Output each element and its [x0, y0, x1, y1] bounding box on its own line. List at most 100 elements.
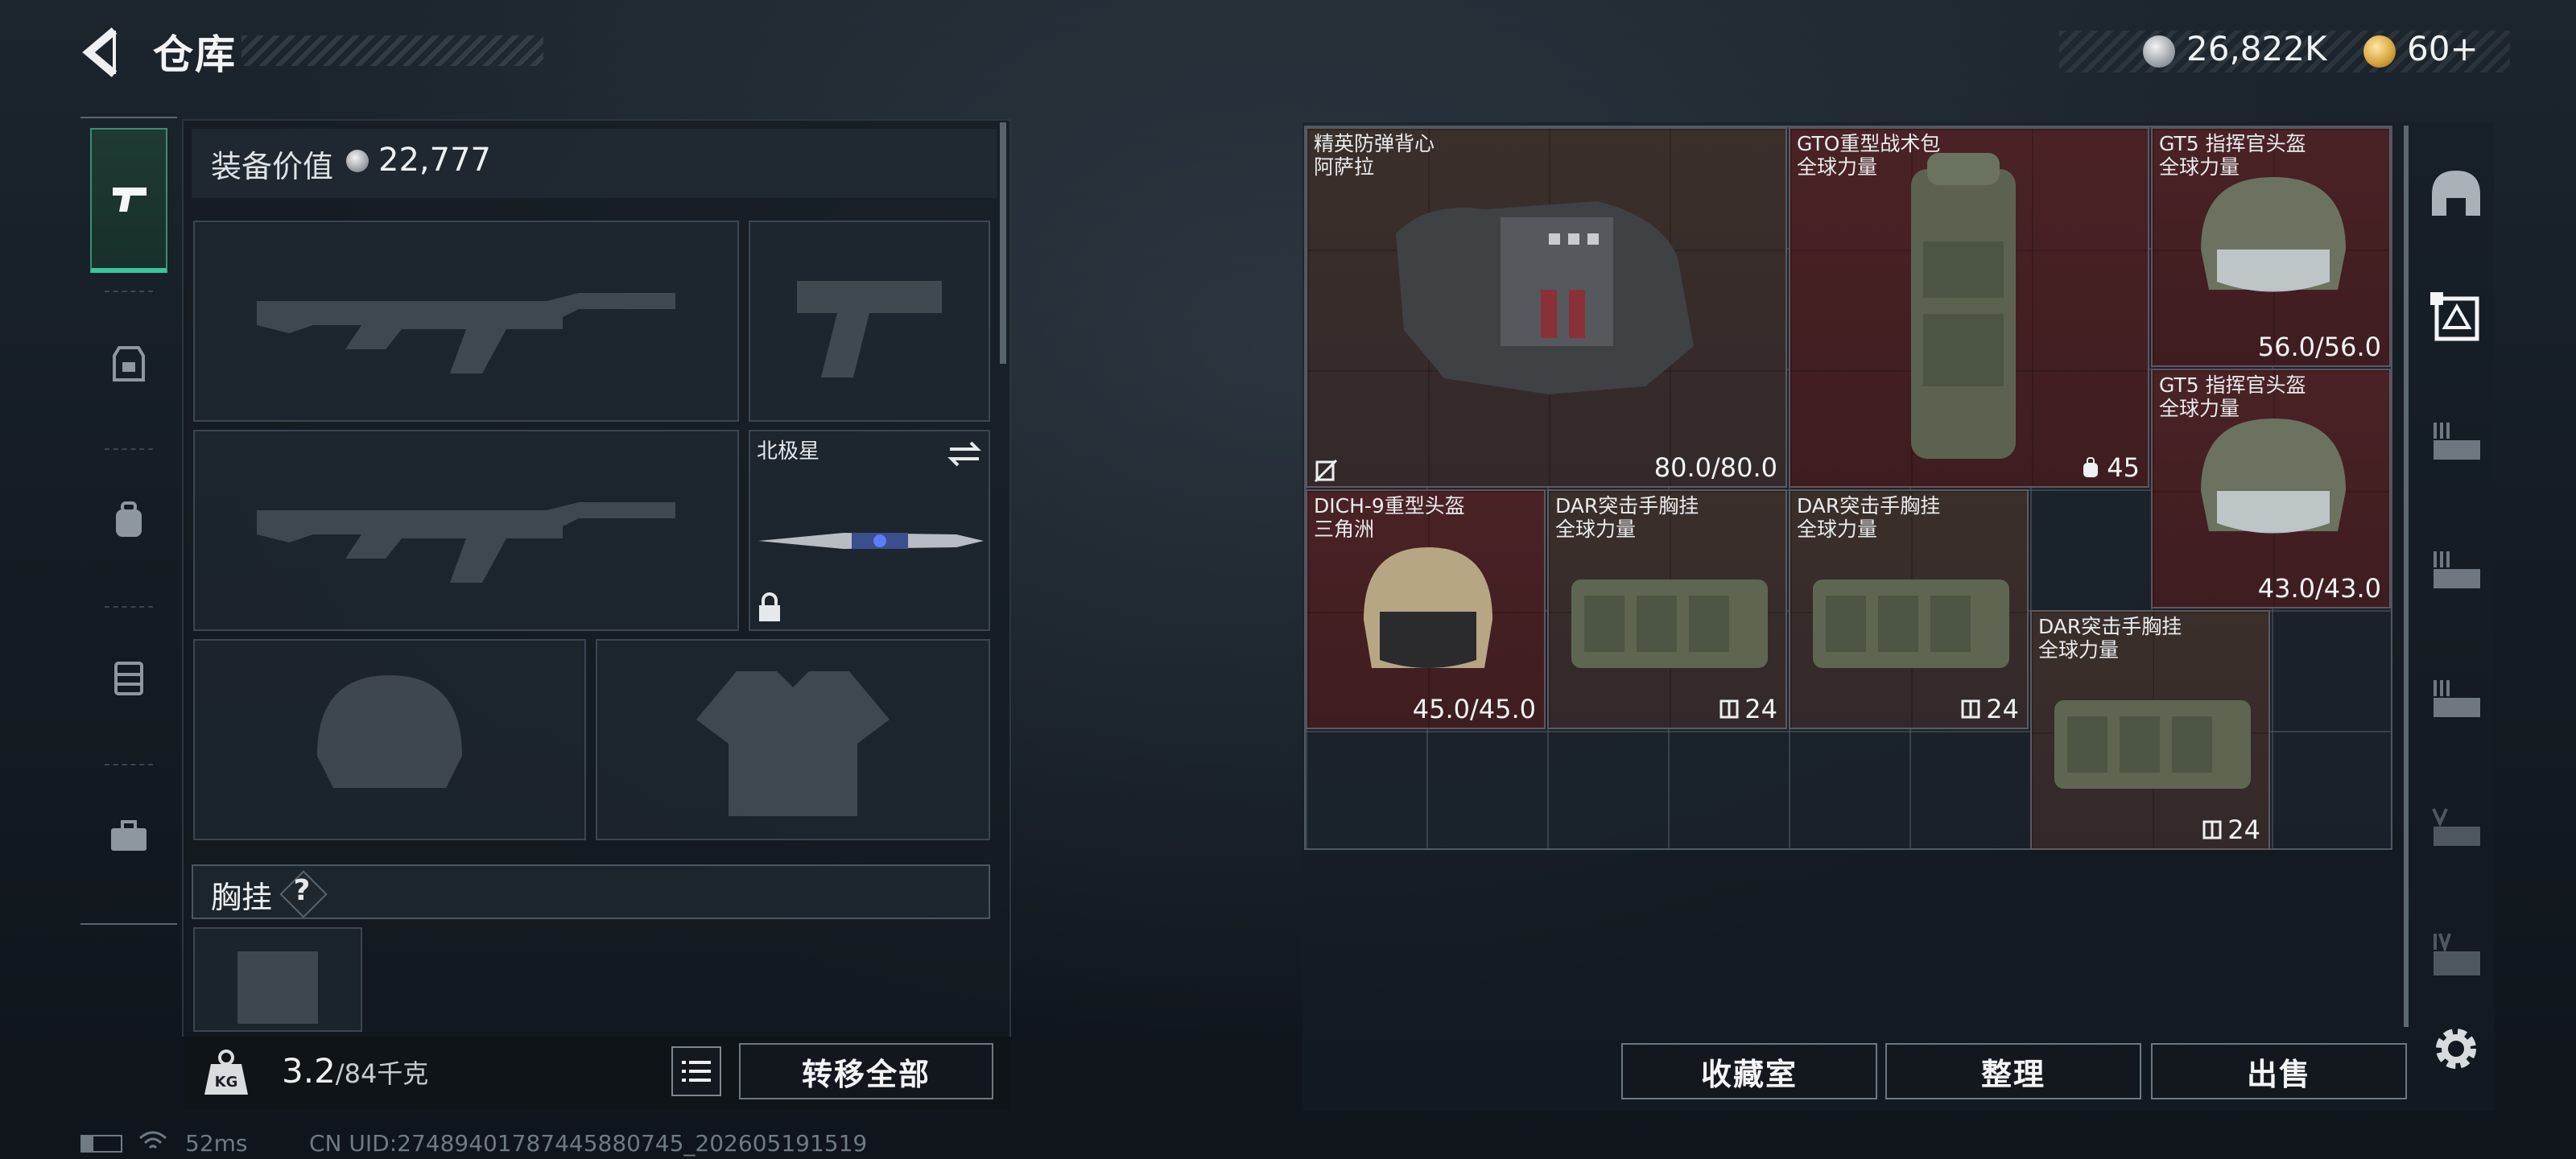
inventory-item-chest-rig[interactable]: DAR突击手胸挂 全球力量 24 — [2030, 610, 2270, 850]
melee-name: 北极星 — [757, 439, 820, 464]
item-name: DAR突击手胸挂 — [2038, 615, 2182, 638]
storage-shelf-icon — [2434, 680, 2480, 717]
battery-icon — [80, 1135, 122, 1153]
inventory-scrollbar[interactable] — [2404, 126, 2409, 1027]
inventory-item-helmet[interactable]: GT5 指挥官头盔 全球力量 56.0/56.0 — [2151, 127, 2391, 367]
back-arrow-icon — [82, 27, 118, 77]
inventory-item-backpack[interactable]: GTO重型战术包 全球力量 45 — [1789, 127, 2149, 488]
item-name: GTO重型战术包 — [1797, 132, 1941, 155]
helmet-image — [2201, 177, 2346, 292]
weight-icon: KG — [200, 1046, 253, 1099]
armor-slot[interactable] — [596, 639, 990, 840]
slots-icon — [2202, 820, 2222, 839]
storage-shelf-icon — [2434, 551, 2480, 588]
equipment-value-label: 装备价值 — [211, 149, 334, 184]
item-name: DICH-9重型头盔 — [1314, 494, 1465, 518]
tab-rig[interactable] — [90, 605, 167, 750]
slots-icon — [1719, 699, 1739, 719]
rifle-silhouette-icon — [195, 431, 737, 629]
item-name: DAR突击手胸挂 — [1555, 494, 1699, 518]
storage-tab-5[interactable] — [2420, 793, 2492, 873]
tab-armor[interactable] — [90, 291, 167, 436]
storage-tab-home[interactable] — [2420, 153, 2492, 233]
helmet-slot[interactable] — [193, 639, 586, 840]
chest-rig-image — [1571, 580, 1768, 668]
rifle-silhouette-icon — [195, 222, 737, 420]
weight-current: 3.2 — [282, 1051, 336, 1091]
chest-rig-icon — [114, 662, 143, 695]
organize-button[interactable]: 整理 — [1885, 1043, 2141, 1099]
helmet-silhouette-icon — [195, 641, 584, 839]
chest-rig-slot[interactable] — [193, 927, 362, 1032]
warehouse-icon — [2432, 171, 2480, 216]
inventory-item-chest-rig[interactable]: DAR突击手胸挂 全球力量 24 — [1789, 489, 2029, 729]
gold-amount[interactable]: 60+ — [2407, 29, 2479, 68]
list-view-button[interactable] — [671, 1046, 721, 1096]
back-button[interactable] — [77, 24, 134, 80]
silver-amount: 26,822K — [2186, 29, 2327, 68]
melee-slot[interactable]: 北极星 — [749, 430, 990, 631]
item-durability: 43.0/43.0 — [2257, 573, 2381, 604]
item-durability: 80.0/80.0 — [1653, 452, 1777, 483]
equipment-value: 22,777 — [378, 142, 491, 179]
storage-tab-4[interactable] — [2420, 664, 2492, 744]
help-icon[interactable]: ? — [283, 874, 321, 907]
tab-case[interactable] — [90, 764, 167, 909]
item-brand: 全球力量 — [1797, 518, 1878, 541]
weight-display: 3.2/84千克 — [282, 1051, 428, 1091]
item-brand: 全球力量 — [1797, 155, 1878, 179]
primary-weapon-slot[interactable] — [193, 221, 739, 422]
inventory-item-helmet[interactable]: GT5 指挥官头盔 全球力量 43.0/43.0 — [2151, 369, 2391, 608]
item-name: GT5 指挥官头盔 — [2159, 373, 2306, 397]
item-brand: 全球力量 — [1555, 518, 1637, 541]
inventory-item-helmet[interactable]: DICH-9重型头盔 三角洲 45.0/45.0 — [1306, 489, 1546, 729]
category-tabs — [80, 117, 177, 925]
storage-tab-6[interactable] — [2420, 918, 2492, 998]
uid-display: CN UID:2748940178744588074​5_20260519151… — [309, 1130, 868, 1157]
storage-shelf-icon — [2434, 933, 2480, 975]
knife-icon — [755, 512, 989, 571]
list-icon — [682, 1061, 711, 1082]
inventory-item-vest[interactable]: 精英防弹背心 阿萨拉 80.0/80.0 — [1306, 127, 1787, 488]
item-brand: 三角洲 — [1314, 518, 1375, 541]
gold-coin-icon — [2363, 35, 2396, 68]
lock-icon — [757, 592, 782, 626]
item-brand: 全球力量 — [2038, 638, 2120, 662]
storage-tab-2[interactable] — [2420, 406, 2492, 487]
backpack-image — [1911, 153, 2016, 459]
briefcase-icon — [111, 820, 147, 851]
item-capacity: 24 — [2227, 815, 2260, 845]
secondary-weapon-slot[interactable] — [749, 221, 990, 422]
storage-tab-1[interactable] — [2420, 278, 2492, 358]
backpack-icon — [116, 501, 142, 537]
inventory-item-chest-rig[interactable]: DAR突击手胸挂 全球力量 24 — [1547, 489, 1787, 729]
silver-coin-icon — [2143, 35, 2175, 68]
sell-button[interactable]: 出售 — [2151, 1043, 2407, 1099]
item-name: DAR突击手胸挂 — [1797, 494, 1941, 518]
item-capacity: 24 — [1986, 694, 2019, 724]
rig-silhouette-icon — [195, 929, 361, 1030]
storage-box-icon — [2430, 292, 2479, 341]
chest-rig-image — [1813, 580, 2009, 668]
storage-tab-3[interactable] — [2420, 535, 2492, 616]
tab-weapons[interactable] — [90, 128, 167, 273]
wifi-icon — [138, 1130, 167, 1157]
item-durability: 45.0/45.0 — [1412, 694, 1536, 724]
storage-shelf-icon — [2432, 808, 2480, 846]
settings-gear-icon[interactable] — [2428, 1021, 2484, 1077]
durability-icon — [1314, 459, 1338, 486]
chest-rig-image — [2054, 700, 2251, 789]
item-brand: 全球力量 — [2159, 397, 2240, 420]
primary-weapon-slot-2[interactable] — [193, 430, 739, 631]
tab-backpack[interactable] — [90, 448, 167, 593]
chest-rig-label: 胸挂 — [211, 880, 273, 915]
item-name: 精英防弹背心 — [1314, 132, 1435, 155]
loadout-scrollbar[interactable] — [1000, 122, 1006, 364]
swap-icon[interactable] — [947, 438, 982, 473]
collection-room-button[interactable]: 收藏室 — [1621, 1043, 1877, 1099]
page-title: 仓库 — [153, 31, 237, 78]
item-durability: 56.0/56.0 — [2257, 332, 2381, 362]
pistol-icon — [113, 188, 147, 212]
title-decoration — [242, 35, 543, 66]
transfer-all-button[interactable]: 转移全部 — [739, 1043, 993, 1099]
